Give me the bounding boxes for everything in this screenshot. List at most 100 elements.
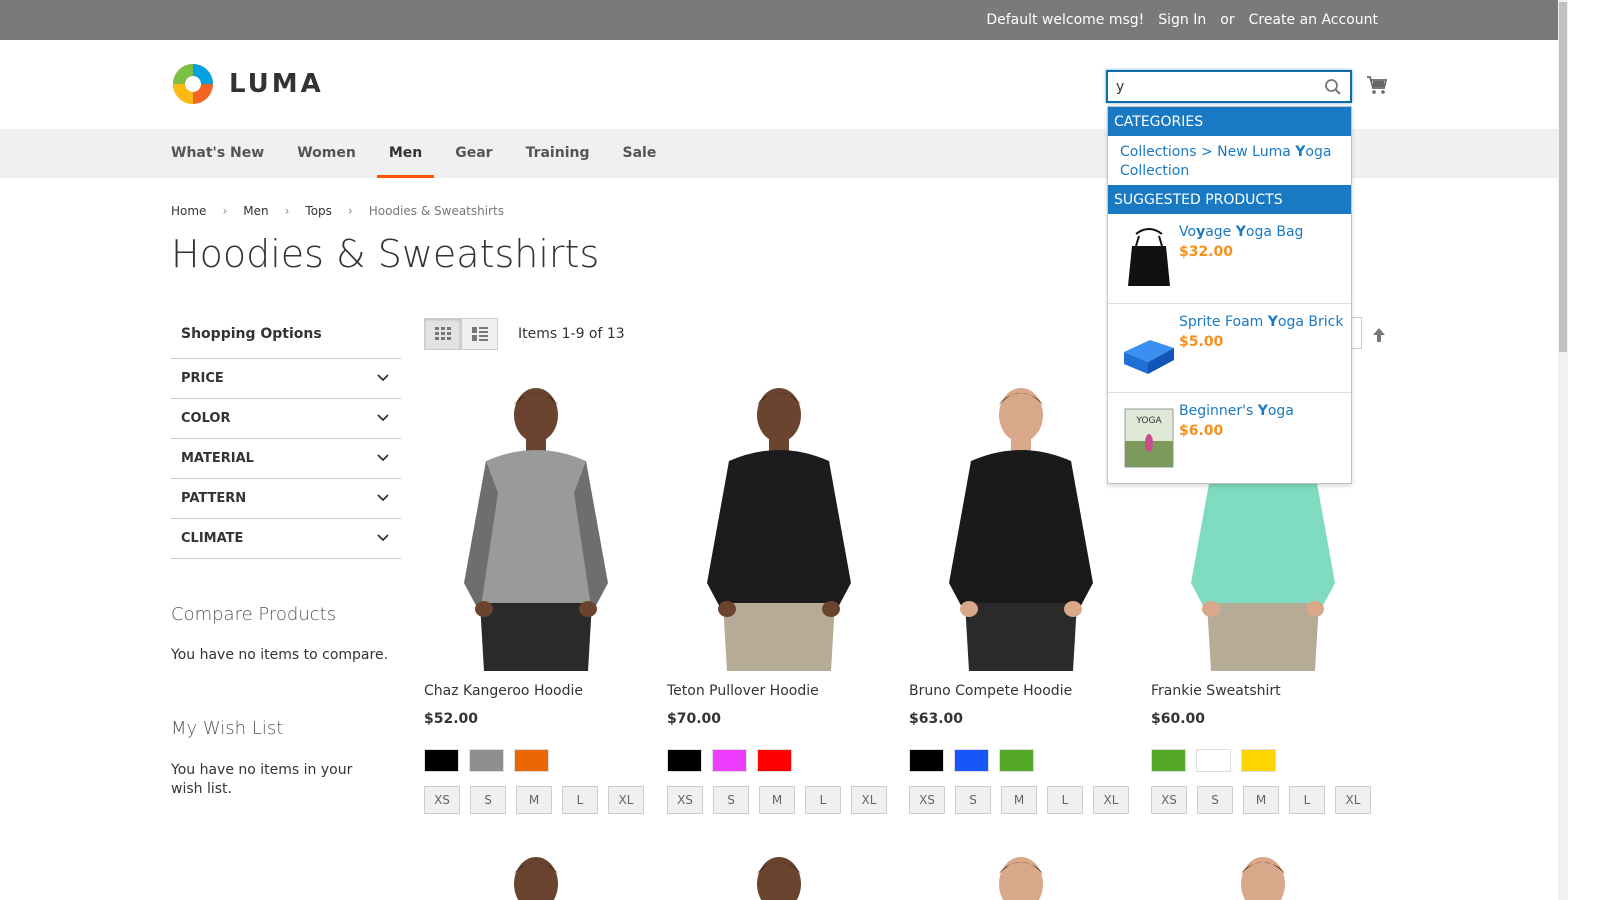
nav-item-gear[interactable]: Gear xyxy=(455,129,492,178)
chevron-down-icon xyxy=(377,491,389,506)
product-image[interactable] xyxy=(667,383,891,671)
size-option[interactable]: M xyxy=(759,786,795,814)
size-option[interactable]: M xyxy=(516,786,552,814)
size-option[interactable]: L xyxy=(1289,786,1325,814)
page-title: Hoodies & Sweatshirts xyxy=(171,232,600,276)
color-swatch[interactable] xyxy=(1241,749,1276,772)
suggested-product[interactable]: Sprite Foam Yoga Brick $5.00 xyxy=(1108,303,1351,392)
search-icon[interactable] xyxy=(1324,78,1342,96)
filter-pattern[interactable]: PATTERN xyxy=(171,479,401,519)
color-swatch[interactable] xyxy=(757,749,792,772)
size-option[interactable]: XS xyxy=(424,786,460,814)
suggested-product[interactable]: YOGA Beginner's Yoga $6.00 xyxy=(1108,392,1351,481)
page-scrollbar[interactable] xyxy=(1558,0,1568,900)
scrollbar-thumb[interactable] xyxy=(1559,2,1567,352)
breadcrumb-home[interactable]: Home xyxy=(171,204,206,218)
color-swatch[interactable] xyxy=(469,749,504,772)
welcome-message: Default welcome msg! xyxy=(986,12,1145,28)
category-prefix: Collections > New Luma xyxy=(1120,144,1296,160)
breadcrumb-tops[interactable]: Tops xyxy=(305,204,332,218)
product-image[interactable] xyxy=(424,852,648,900)
suggested-product-name: Sprite Foam Yoga Brick xyxy=(1179,314,1344,330)
product-image[interactable] xyxy=(667,852,891,900)
suggested-product-thumbnail: YOGA xyxy=(1122,407,1176,469)
color-swatch[interactable] xyxy=(999,749,1034,772)
create-account-link[interactable]: Create an Account xyxy=(1249,12,1378,28)
category-line2: Collection xyxy=(1120,163,1190,179)
search-input[interactable] xyxy=(1108,72,1318,101)
suggested-product[interactable]: Voyage Yoga Bag $32.00 xyxy=(1108,214,1351,303)
product-image[interactable] xyxy=(424,383,648,671)
color-swatch[interactable] xyxy=(909,749,944,772)
cart-icon[interactable] xyxy=(1366,74,1388,96)
size-option[interactable]: L xyxy=(562,786,598,814)
size-option[interactable]: XL xyxy=(608,786,644,814)
wish-list-title: My Wish List xyxy=(171,718,284,739)
store-logo[interactable]: LUMA xyxy=(171,62,324,106)
size-option[interactable]: S xyxy=(713,786,749,814)
grid-icon xyxy=(434,327,451,340)
size-option[interactable]: S xyxy=(470,786,506,814)
product-name[interactable]: Teton Pullover Hoodie xyxy=(667,683,891,699)
size-option[interactable]: XS xyxy=(667,786,703,814)
size-option[interactable]: XS xyxy=(1151,786,1187,814)
grid-view-button[interactable] xyxy=(424,318,461,350)
color-swatch[interactable] xyxy=(424,749,459,772)
size-option[interactable]: S xyxy=(955,786,991,814)
product-name[interactable]: Chaz Kangeroo Hoodie xyxy=(424,683,648,699)
filter-price[interactable]: PRICE xyxy=(171,359,401,399)
size-option[interactable]: M xyxy=(1243,786,1279,814)
breadcrumb: Home › Men › Tops › Hoodies & Sweatshirt… xyxy=(171,204,504,218)
size-option[interactable]: XL xyxy=(1335,786,1371,814)
filter-material[interactable]: MATERIAL xyxy=(171,439,401,479)
product-image[interactable] xyxy=(909,383,1133,671)
size-option[interactable]: S xyxy=(1197,786,1233,814)
product-price: $52.00 xyxy=(424,711,479,727)
size-options: XS S M L XL xyxy=(909,786,1133,814)
size-option[interactable]: L xyxy=(1047,786,1083,814)
list-icon xyxy=(471,327,488,341)
category-suggestion[interactable]: Collections > New Luma Yoga Collection xyxy=(1108,136,1351,185)
nav-item-men[interactable]: Men xyxy=(376,129,435,178)
filter-label: PRICE xyxy=(181,371,224,386)
nav-item-training[interactable]: Training xyxy=(526,129,590,178)
size-option[interactable]: L xyxy=(805,786,841,814)
product-card: Bruno Compete Hoodie $63.00 XS S M L XL xyxy=(909,383,1133,814)
breadcrumb-chevron-icon: › xyxy=(222,204,228,218)
size-option[interactable]: XL xyxy=(851,786,887,814)
color-swatches xyxy=(424,749,648,772)
product-name[interactable]: Frankie Sweatshirt xyxy=(1151,683,1375,699)
list-view-button[interactable] xyxy=(461,318,498,350)
product-name[interactable]: Bruno Compete Hoodie xyxy=(909,683,1133,699)
size-option[interactable]: M xyxy=(1001,786,1037,814)
nav-item-women[interactable]: Women xyxy=(297,129,356,178)
category-rest: oga xyxy=(1305,144,1332,160)
color-swatch[interactable] xyxy=(667,749,702,772)
size-option[interactable]: XS xyxy=(909,786,945,814)
suggested-product-name: Beginner's Yoga xyxy=(1179,403,1294,419)
color-swatch[interactable] xyxy=(514,749,549,772)
sign-in-link[interactable]: Sign In xyxy=(1158,12,1206,28)
color-swatch[interactable] xyxy=(954,749,989,772)
nav-item-whats-new[interactable]: What's New xyxy=(171,129,264,178)
chevron-down-icon xyxy=(377,411,389,426)
size-option[interactable]: XL xyxy=(1093,786,1129,814)
search-box xyxy=(1106,70,1352,103)
nav-item-sale[interactable]: Sale xyxy=(622,129,656,178)
top-bar: Default welcome msg! Sign In or Create a… xyxy=(0,0,1558,40)
sort-direction-arrow-icon[interactable] xyxy=(1371,326,1387,344)
filter-label: COLOR xyxy=(181,411,231,426)
product-image[interactable] xyxy=(909,852,1133,900)
breadcrumb-current: Hoodies & Sweatshirts xyxy=(368,204,504,218)
color-swatch[interactable] xyxy=(1196,749,1231,772)
filter-color[interactable]: COLOR xyxy=(171,399,401,439)
chevron-down-icon xyxy=(377,371,389,386)
breadcrumb-men[interactable]: Men xyxy=(243,204,268,218)
filter-climate[interactable]: CLIMATE xyxy=(171,519,401,559)
categories-header: Categories xyxy=(1108,107,1351,136)
suggested-product-thumbnail xyxy=(1122,228,1176,290)
product-image[interactable] xyxy=(1151,852,1375,900)
color-swatch[interactable] xyxy=(712,749,747,772)
filter-label: CLIMATE xyxy=(181,531,244,546)
color-swatch[interactable] xyxy=(1151,749,1186,772)
